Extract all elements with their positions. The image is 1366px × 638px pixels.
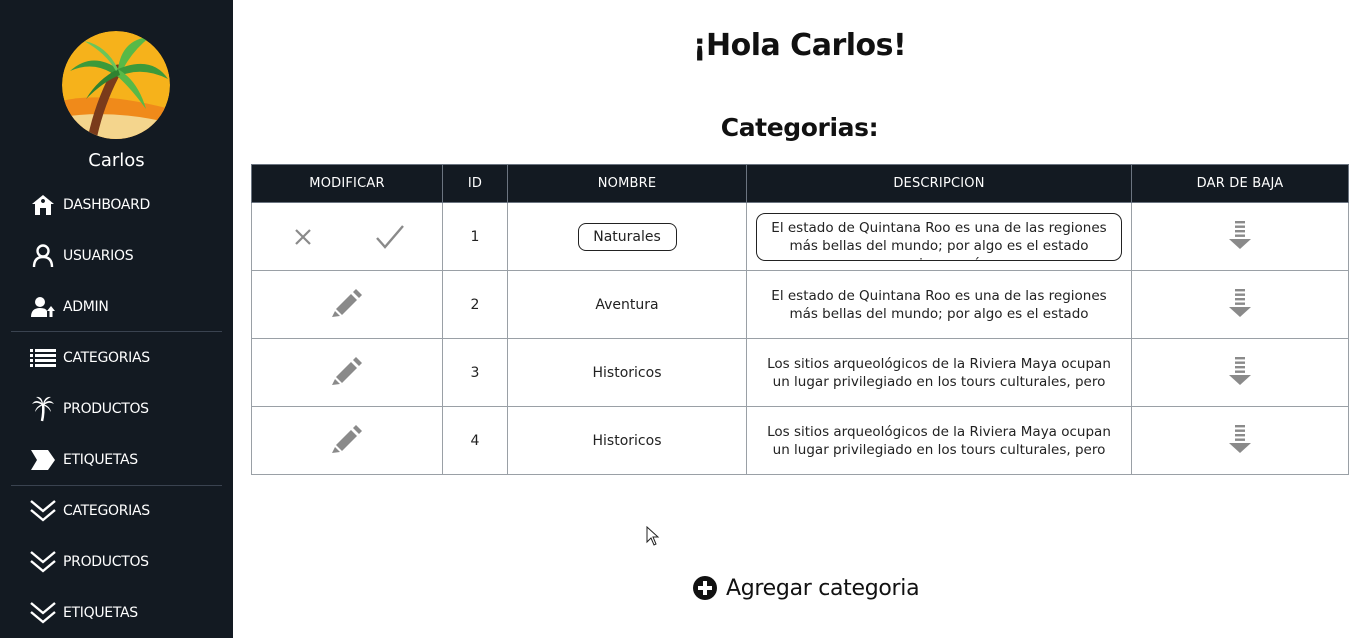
pencil-icon bbox=[332, 288, 362, 317]
sidebar-item-label: PRODUCTOS bbox=[63, 401, 149, 417]
column-header-descripcion: DESCRIPCION bbox=[746, 164, 1132, 203]
check-icon bbox=[376, 225, 404, 249]
name-cell: Historicos bbox=[507, 338, 747, 407]
add-category-button[interactable]: Agregar categoria bbox=[693, 573, 920, 603]
column-header-dar-de-baja: DAR DE BAJA bbox=[1131, 164, 1349, 203]
description-text: Los sitios arqueológicos de la Riviera M… bbox=[767, 423, 1111, 458]
edit-button[interactable] bbox=[332, 288, 362, 317]
arrow-down-lines-icon bbox=[1229, 288, 1251, 317]
table-row: 2 Aventura El estado de Quintana Roo es … bbox=[251, 270, 1349, 339]
id-cell: 3 bbox=[442, 338, 508, 407]
tag-icon bbox=[30, 447, 56, 473]
description-cell: El estado de Quintana Roo es una de las … bbox=[746, 270, 1132, 339]
modify-cell bbox=[251, 270, 443, 339]
sidebar-item-label: PRODUCTOS bbox=[63, 554, 149, 570]
arrow-down-lines-icon bbox=[1229, 220, 1251, 249]
column-header-nombre: NOMBRE bbox=[507, 164, 747, 203]
id-cell: 2 bbox=[442, 270, 508, 339]
column-header-id: ID bbox=[442, 164, 508, 203]
modify-cell bbox=[251, 338, 443, 407]
close-icon bbox=[295, 229, 311, 245]
sidebar-item-categorias[interactable]: CATEGORIAS bbox=[0, 338, 233, 378]
admin-user-icon bbox=[30, 294, 56, 320]
avatar bbox=[62, 31, 170, 139]
arrow-down-lines-icon bbox=[1229, 424, 1251, 453]
sidebar-item-label: DASHBOARD bbox=[63, 197, 151, 213]
deactivate-button[interactable] bbox=[1229, 288, 1251, 317]
sidebar-dropdown-categorias[interactable]: CATEGORIAS bbox=[0, 491, 233, 531]
sidebar: Carlos DASHBOARD USUARIOS ADMIN CATEGORI… bbox=[0, 0, 233, 638]
sidebar-item-label: ETIQUETAS bbox=[63, 605, 138, 621]
sidebar-item-label: CATEGORIAS bbox=[63, 350, 150, 366]
id-cell: 4 bbox=[442, 406, 508, 475]
palm-tree-icon bbox=[30, 396, 56, 422]
sidebar-item-dashboard[interactable]: DASHBOARD bbox=[0, 185, 233, 225]
description-cell: Los sitios arqueológicos de la Riviera M… bbox=[746, 338, 1132, 407]
confirm-edit-button[interactable] bbox=[375, 224, 405, 250]
deactivate-cell bbox=[1131, 338, 1349, 407]
edit-button[interactable] bbox=[332, 356, 362, 385]
description-text: El estado de Quintana Roo es una de las … bbox=[771, 287, 1107, 322]
sidebar-username: Carlos bbox=[88, 150, 145, 171]
name-cell: Naturales bbox=[507, 202, 747, 271]
deactivate-cell bbox=[1131, 202, 1349, 271]
mouse-cursor-icon bbox=[646, 526, 660, 546]
modify-cell bbox=[251, 202, 443, 271]
name-cell: Aventura bbox=[507, 270, 747, 339]
sidebar-dropdown-productos[interactable]: PRODUCTOS bbox=[0, 542, 233, 582]
add-category-label: Agregar categoria bbox=[726, 575, 920, 601]
edit-button[interactable] bbox=[332, 424, 362, 453]
arrow-down-lines-icon bbox=[1229, 356, 1251, 385]
deactivate-cell bbox=[1131, 270, 1349, 339]
name-input[interactable]: Naturales bbox=[577, 222, 677, 251]
deactivate-cell bbox=[1131, 406, 1349, 475]
home-icon bbox=[30, 192, 56, 218]
table-row: 4 Historicos Los sitios arqueológicos de… bbox=[251, 406, 1349, 475]
double-chevron-down-icon bbox=[30, 600, 56, 626]
table-row: 1 Naturales El estado de Quintana Roo es… bbox=[251, 202, 1349, 271]
sidebar-divider bbox=[11, 485, 222, 486]
deactivate-button[interactable] bbox=[1229, 424, 1251, 453]
page-greeting: ¡Hola Carlos! bbox=[692, 28, 907, 63]
list-icon bbox=[30, 345, 56, 371]
description-cell: El estado de Quintana Roo es una de las … bbox=[746, 202, 1132, 271]
sidebar-item-label: CATEGORIAS bbox=[63, 503, 150, 519]
deactivate-button[interactable] bbox=[1229, 220, 1251, 249]
name-cell: Historicos bbox=[507, 406, 747, 475]
sidebar-item-productos[interactable]: PRODUCTOS bbox=[0, 389, 233, 429]
description-cell: Los sitios arqueológicos de la Riviera M… bbox=[746, 406, 1132, 475]
description-textarea[interactable]: El estado de Quintana Roo es una de las … bbox=[756, 212, 1122, 261]
sidebar-dropdown-etiquetas[interactable]: ETIQUETAS bbox=[0, 593, 233, 633]
double-chevron-down-icon bbox=[30, 498, 56, 524]
double-chevron-down-icon bbox=[30, 549, 56, 575]
sidebar-item-usuarios[interactable]: USUARIOS bbox=[0, 236, 233, 276]
sidebar-item-label: ADMIN bbox=[63, 299, 109, 315]
sidebar-item-label: USUARIOS bbox=[63, 248, 134, 264]
table-header-row: MODIFICAR ID NOMBRE DESCRIPCION DAR DE B… bbox=[251, 164, 1349, 203]
sidebar-item-admin[interactable]: ADMIN bbox=[0, 287, 233, 327]
user-icon bbox=[30, 243, 56, 269]
sidebar-item-etiquetas[interactable]: ETIQUETAS bbox=[0, 440, 233, 480]
modify-cell bbox=[251, 406, 443, 475]
column-header-modificar: MODIFICAR bbox=[251, 164, 443, 203]
section-title: Categorias: bbox=[720, 113, 879, 142]
description-text: Los sitios arqueológicos de la Riviera M… bbox=[767, 355, 1111, 390]
deactivate-button[interactable] bbox=[1229, 356, 1251, 385]
sidebar-divider bbox=[11, 331, 222, 332]
pencil-icon bbox=[332, 356, 362, 385]
cancel-edit-button[interactable] bbox=[294, 228, 312, 246]
categories-table: MODIFICAR ID NOMBRE DESCRIPCION DAR DE B… bbox=[251, 164, 1349, 475]
id-cell: 1 bbox=[442, 202, 508, 271]
sidebar-item-label: ETIQUETAS bbox=[63, 452, 138, 468]
pencil-icon bbox=[332, 424, 362, 453]
table-row: 3 Historicos Los sitios arqueológicos de… bbox=[251, 338, 1349, 407]
plus-circle-icon bbox=[693, 576, 717, 600]
